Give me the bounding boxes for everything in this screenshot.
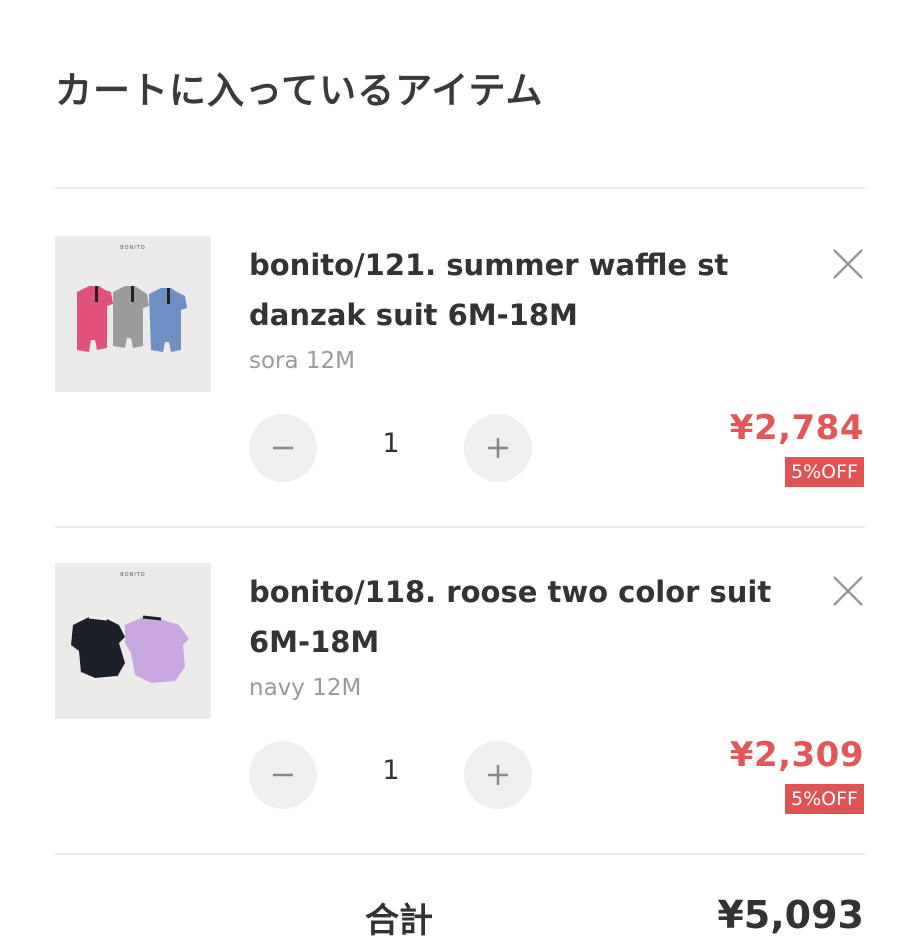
product-name[interactable]: bonito/121. summer waffle st danzak suit… (249, 240, 794, 340)
product-photo (77, 286, 187, 352)
remove-item-button[interactable] (828, 244, 868, 284)
total-value: ¥5,093 (717, 893, 864, 937)
product-name[interactable]: bonito/118. roose two color suit 6M-18M (249, 567, 794, 667)
plus-icon (488, 438, 508, 458)
minus-icon (273, 446, 293, 450)
quantity-value: 1 (382, 755, 400, 786)
product-thumbnail[interactable]: BONITO (55, 563, 211, 719)
divider (55, 526, 865, 528)
close-icon (833, 576, 863, 606)
quantity-increase-button[interactable] (464, 414, 532, 482)
quantity-decrease-button[interactable] (249, 414, 317, 482)
product-variant: sora 12M (249, 348, 356, 374)
quantity-value: 1 (382, 428, 400, 459)
item-price: ¥2,784 (729, 408, 864, 448)
divider (55, 187, 865, 189)
page-title: カートに入っているアイテム (55, 69, 544, 112)
item-price: ¥2,309 (729, 735, 864, 775)
product-variant: navy 12M (249, 675, 362, 701)
cart-item: BONITO bonito/121. summer waffle st danz… (0, 236, 920, 536)
product-thumbnail[interactable]: BONITO (55, 236, 211, 392)
discount-badge: 5%OFF (785, 457, 864, 487)
close-icon (833, 249, 863, 279)
divider (55, 853, 865, 855)
plus-icon (488, 765, 508, 785)
remove-item-button[interactable] (828, 571, 868, 611)
product-photo (71, 615, 189, 683)
quantity-increase-button[interactable] (464, 741, 532, 809)
quantity-decrease-button[interactable] (249, 741, 317, 809)
cart-item: BONITO bonito/118. roose two color suit … (0, 563, 920, 863)
discount-badge: 5%OFF (785, 784, 864, 814)
minus-icon (273, 773, 293, 777)
total-label: 合計 (365, 901, 433, 941)
